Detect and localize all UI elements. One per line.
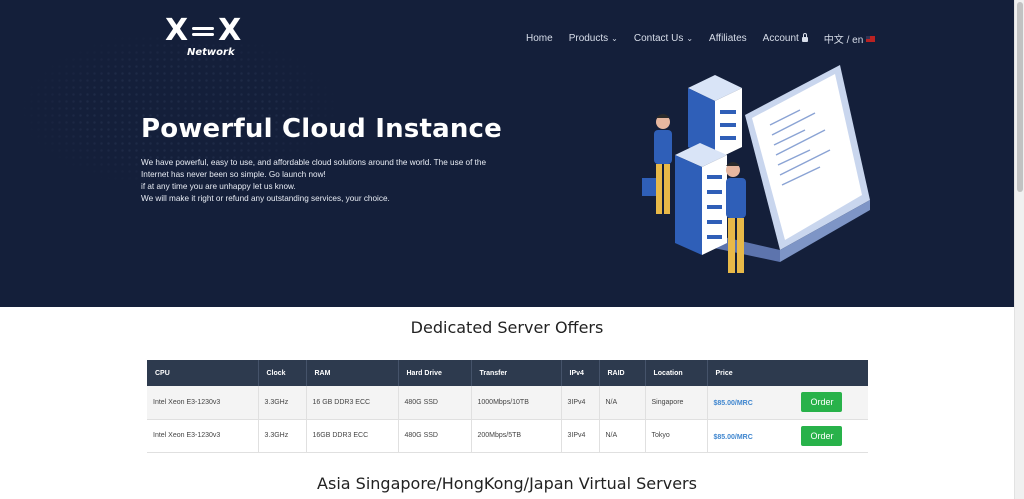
- column-header: RAM: [306, 360, 399, 386]
- flag-icon: [866, 35, 876, 42]
- chevron-down-icon: ⌄: [611, 34, 618, 43]
- nav-language[interactable]: 中文 / en: [824, 31, 876, 46]
- cell-disk: 480G SSD: [398, 386, 472, 420]
- table-row: Intel Xeon E3-1230v3 3.3GHz 16GB DDR3 EC…: [147, 419, 868, 453]
- order-button[interactable]: Order: [801, 392, 843, 413]
- price-label: $85.00/MRC: [713, 433, 753, 441]
- page-scrollbar[interactable]: [1014, 0, 1024, 499]
- cell-location: Tokyo: [645, 419, 708, 453]
- table-row: Intel Xeon E3-1230v3 3.3GHz 16 GB DDR3 E…: [147, 386, 868, 420]
- column-header: Clock: [258, 360, 307, 386]
- site-logo[interactable]: X X Network: [165, 16, 257, 60]
- cell-clock: 3.3GHz: [258, 386, 307, 420]
- hero-title: Powerful Cloud Instance: [141, 114, 502, 144]
- cell-cpu: Intel Xeon E3-1230v3: [147, 386, 259, 420]
- logo-bars-icon: [192, 26, 215, 36]
- column-header: Location: [645, 360, 708, 386]
- hero-banner: X X Network Home Products ⌄ Contact Us ⌄ A…: [0, 0, 1014, 307]
- cell-price: $85.00/MRC Order: [707, 386, 868, 420]
- cloud-servers-illustration: [642, 65, 870, 273]
- cell-price: $85.00/MRC Order: [707, 419, 868, 453]
- cell-disk: 480G SSD: [398, 419, 472, 453]
- cell-location: Singapore: [645, 386, 708, 420]
- column-header: Transfer: [471, 360, 562, 386]
- scrollbar-thumb[interactable]: [1017, 2, 1023, 192]
- nav-home[interactable]: Home: [526, 31, 553, 46]
- cell-clock: 3.3GHz: [258, 419, 307, 453]
- main-nav: Home Products ⌄ Contact Us ⌄ Affiliates Ac…: [526, 31, 891, 46]
- cell-ipv4: 3IPv4: [561, 386, 600, 420]
- column-header: Hard Drive: [398, 360, 472, 386]
- cell-cpu: Intel Xeon E3-1230v3: [147, 419, 259, 453]
- cell-ram: 16 GB DDR3 ECC: [306, 386, 399, 420]
- table-header-row: CPU Clock RAM Hard Drive Transfer IPv4 R…: [147, 360, 868, 386]
- nav-contact-us[interactable]: Contact Us ⌄: [634, 31, 693, 46]
- nav-affiliates[interactable]: Affiliates: [709, 31, 747, 46]
- cell-raid: N/A: [599, 386, 646, 420]
- dedicated-offers-title: Dedicated Server Offers: [410, 318, 604, 337]
- cell-transfer: 1000Mbps/10TB: [471, 386, 562, 420]
- cell-ipv4: 3IPv4: [561, 419, 600, 453]
- chevron-down-icon: ⌄: [686, 34, 694, 43]
- logo-letter: X: [165, 13, 189, 48]
- nav-products[interactable]: Products ⌄: [569, 31, 618, 46]
- cell-transfer: 200Mbps/5TB: [471, 419, 562, 453]
- logo-subtitle: Network: [187, 47, 235, 58]
- virtual-servers-title: Asia Singapore/HongKong/Japan Virtual Se…: [317, 474, 697, 493]
- cell-ram: 16GB DDR3 ECC: [306, 419, 399, 453]
- lock-icon: [801, 33, 808, 42]
- cell-raid: N/A: [599, 419, 646, 453]
- column-header: IPv4: [561, 360, 600, 386]
- price-label: $85.00/MRC: [713, 400, 753, 408]
- column-header: RAID: [599, 360, 646, 386]
- column-header: Price: [707, 360, 868, 386]
- order-button[interactable]: Order: [801, 425, 843, 446]
- logo-letter: X: [218, 13, 242, 48]
- column-header: CPU: [147, 360, 259, 386]
- nav-account[interactable]: Account: [763, 31, 808, 46]
- dedicated-offers-table: CPU Clock RAM Hard Drive Transfer IPv4 R…: [147, 360, 868, 453]
- hero-description: We have powerful, easy to use, and affor…: [141, 158, 487, 203]
